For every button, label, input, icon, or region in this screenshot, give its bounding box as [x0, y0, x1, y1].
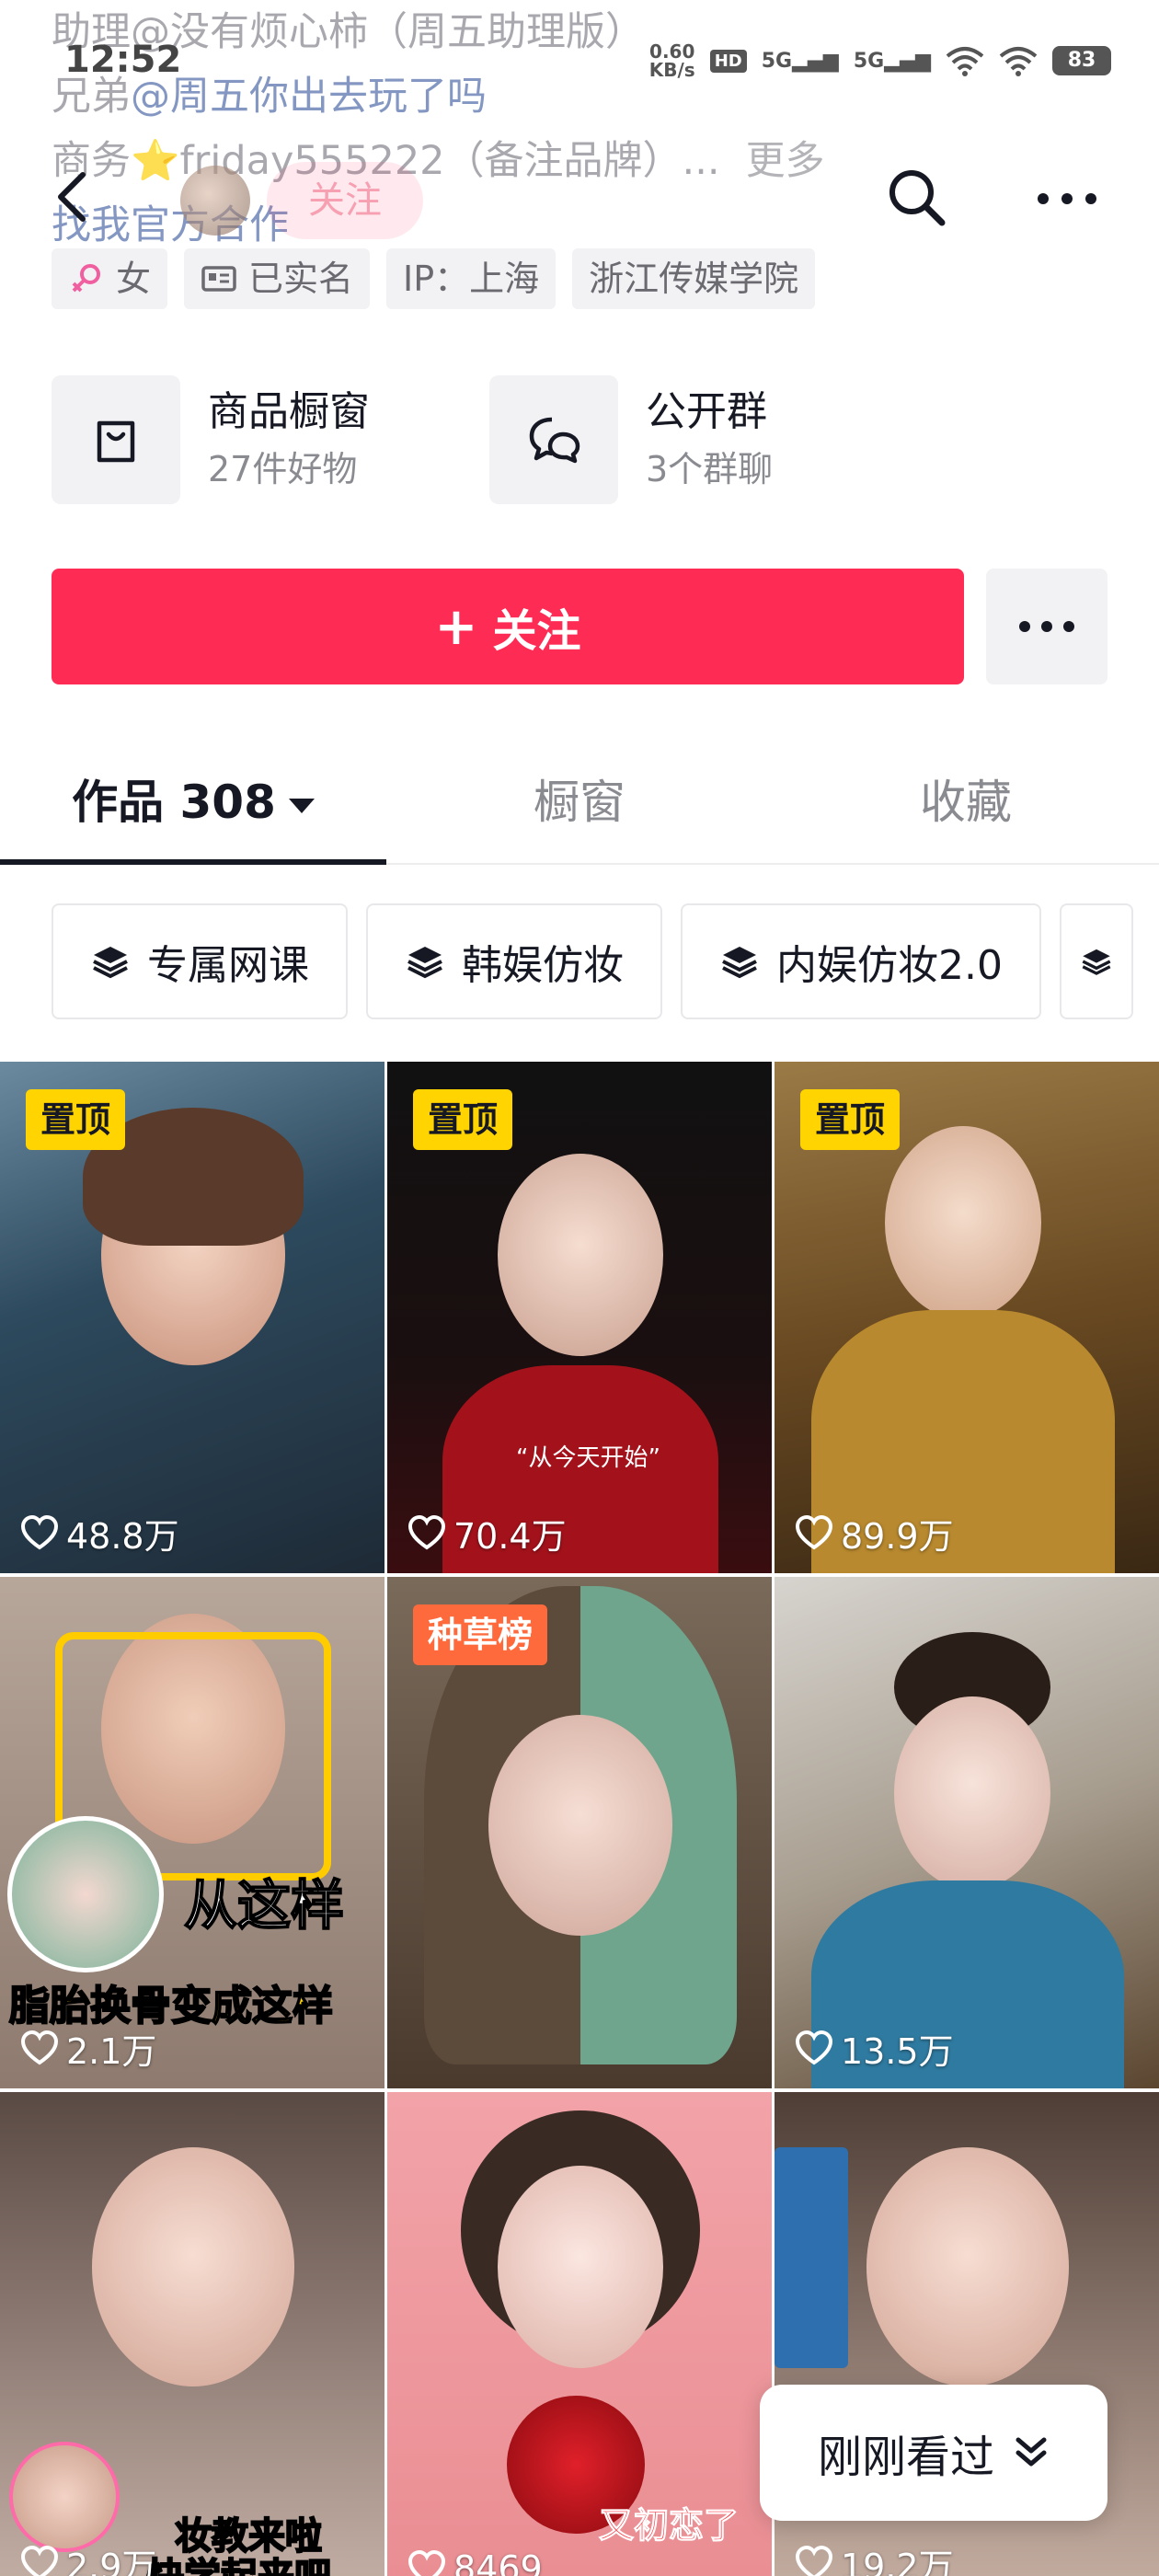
- recently-viewed-button[interactable]: 刚刚看过: [760, 2385, 1107, 2521]
- status-bar: 12:52 0.60 KB/s HD 5G▂▄▆ 5G▂▄▆ 83: [0, 28, 1159, 101]
- layers-icon: [722, 947, 757, 979]
- hd-icon: HD: [709, 49, 747, 73]
- collection-chip[interactable]: 韩娱仿妆: [366, 903, 662, 1019]
- layers-icon: [1082, 949, 1111, 975]
- tab-works[interactable]: 作品 308: [0, 764, 386, 865]
- like-count: 2.1万: [20, 2023, 156, 2074]
- pinned-badge: 置顶: [800, 1089, 901, 1150]
- follow-button[interactable]: + 关注: [52, 569, 964, 684]
- like-count: 19.2万: [795, 2538, 954, 2576]
- female-icon: [72, 264, 100, 293]
- public-group-title: 公开群: [646, 388, 767, 435]
- like-count: 8469: [407, 2548, 543, 2576]
- video-thumbnail[interactable]: 置顶 “从今天开始” 70.4万: [387, 1062, 772, 1573]
- more-options-icon: [1019, 621, 1074, 632]
- video-thumbnail[interactable]: 种草榜: [387, 1577, 772, 2088]
- video-caption: 快学起来吧: [146, 2547, 332, 2576]
- like-count: 48.8万: [20, 1508, 179, 1558]
- video-thumbnail[interactable]: 妆教来啦 快学起来吧 2.9万: [0, 2092, 384, 2576]
- mini-follow-button[interactable]: 关注: [267, 162, 423, 239]
- video-thumbnail[interactable]: 从这样 脂胎换骨变成这样 2.1万: [0, 1577, 384, 2088]
- shop-window-count: 27件好物: [208, 449, 358, 489]
- tab-favorites[interactable]: 收藏: [773, 764, 1159, 865]
- like-count: 70.4万: [407, 1508, 567, 1558]
- profile-tags: 女 已实名 IP：上海 浙江传媒学院: [52, 248, 816, 309]
- heart-icon: [407, 2549, 446, 2576]
- heart-icon: [795, 1514, 833, 1549]
- tag-gender: 女: [52, 248, 168, 309]
- video-caption: “从今天开始”: [516, 1444, 660, 1472]
- video-thumbnail[interactable]: 又初恋了 8469: [387, 2092, 772, 2576]
- video-thumbnail[interactable]: 置顶 48.8万: [0, 1062, 384, 1573]
- more-options-icon[interactable]: [1034, 188, 1100, 210]
- tag-verified: 已实名: [184, 248, 371, 309]
- public-group-count: 3个群聊: [646, 449, 774, 489]
- video-thumbnail[interactable]: 13.5万: [775, 1577, 1159, 2088]
- heart-icon: [20, 2545, 59, 2576]
- battery-icon: 83: [1052, 46, 1111, 75]
- profile-tabs: 作品 308 橱窗 收藏: [0, 764, 1159, 865]
- heart-icon: [795, 2030, 833, 2064]
- heart-icon: [20, 2030, 59, 2064]
- signal-5g-icon: 5G▂▄▆: [761, 49, 839, 73]
- collection-chip[interactable]: 专属网课: [52, 903, 348, 1019]
- layers-icon: [407, 947, 442, 979]
- pinned-badge: 置顶: [26, 1089, 126, 1150]
- collection-chip[interactable]: [1059, 903, 1133, 1019]
- wifi-icon: [946, 47, 984, 76]
- plus-icon: +: [434, 596, 478, 657]
- search-icon[interactable]: [885, 166, 947, 228]
- heart-icon: [20, 1514, 59, 1549]
- public-group-entry[interactable]: 公开群 3个群聊: [489, 375, 773, 504]
- tab-active-indicator: [0, 859, 386, 865]
- heart-icon: [407, 1514, 446, 1549]
- layers-icon: [93, 947, 128, 979]
- shopping-bag-icon: [97, 420, 135, 463]
- collection-chips: 专属网课 韩娱仿妆 内娱仿妆2.0: [52, 903, 1133, 1019]
- follow-more-button[interactable]: [986, 569, 1107, 684]
- caret-down-icon: [288, 798, 315, 813]
- video-caption: 又初恋了: [598, 2505, 740, 2547]
- pinned-badge: 置顶: [413, 1089, 513, 1150]
- wifi-icon: [999, 47, 1038, 76]
- avatar[interactable]: [180, 166, 250, 236]
- net-speed: 0.60 KB/s: [648, 40, 695, 81]
- like-count: 2.9万: [20, 2538, 156, 2576]
- like-count: 13.5万: [795, 2023, 954, 2074]
- chat-group-icon: [529, 417, 580, 464]
- status-time: 12:52: [64, 39, 182, 81]
- video-caption: 从这样: [183, 1873, 345, 1938]
- shop-window-title: 商品橱窗: [208, 388, 370, 435]
- tag-school[interactable]: 浙江传媒学院: [572, 248, 816, 309]
- recommend-badge: 种草榜: [413, 1604, 548, 1665]
- signal-5g-icon: 5G▂▄▆: [853, 49, 931, 73]
- video-thumbnail[interactable]: 置顶 89.9万: [775, 1062, 1159, 1573]
- tab-shop-window[interactable]: 橱窗: [386, 764, 773, 865]
- double-chevron-down-icon: [1016, 2437, 1047, 2467]
- collection-chip[interactable]: 内娱仿妆2.0: [681, 903, 1041, 1019]
- tag-ip: IP：上海: [386, 248, 557, 309]
- bio-more-link[interactable]: 更多: [746, 138, 825, 184]
- heart-icon: [795, 2545, 833, 2576]
- shop-window-entry[interactable]: 商品橱窗 27件好物: [52, 375, 370, 504]
- status-icons: 0.60 KB/s HD 5G▂▄▆ 5G▂▄▆ 83: [649, 42, 1111, 79]
- back-arrow-icon[interactable]: [53, 171, 90, 223]
- id-card-icon: [201, 266, 236, 292]
- like-count: 89.9万: [795, 1508, 954, 1558]
